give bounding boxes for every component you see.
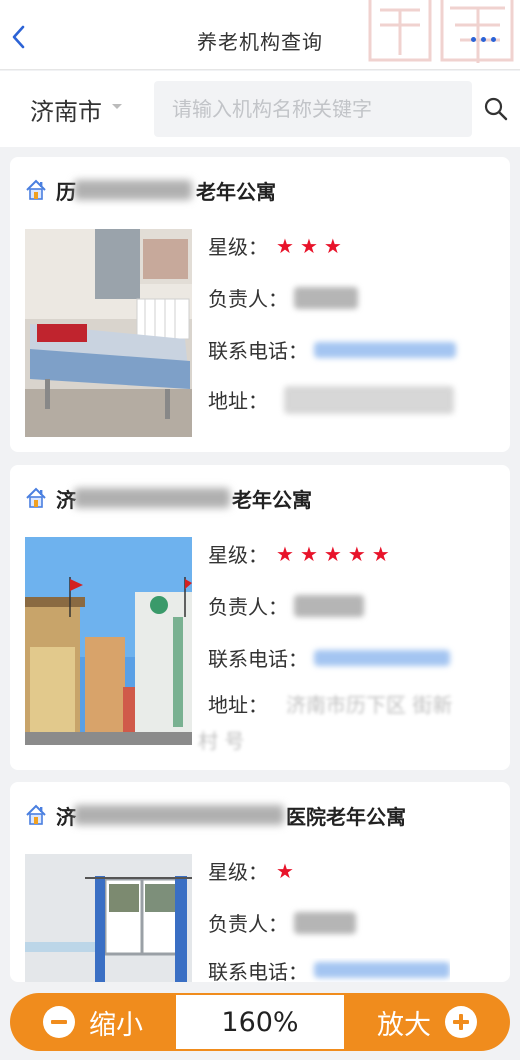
name-suffix: 医院老年公寓 (286, 804, 406, 829)
phone-row: 联系电话： (208, 958, 450, 982)
star-icon: ★ (371, 541, 390, 566)
phone-link[interactable] (314, 649, 450, 666)
star-icon: ★ (323, 233, 342, 258)
star-row: 星级： ★ (208, 856, 294, 885)
card-header: 济 医院老年公寓 (24, 800, 500, 830)
star-label: 星级： (208, 860, 268, 884)
phone-link[interactable] (314, 962, 450, 978)
star-rating: ★ ★ ★ (276, 236, 342, 256)
card-header: 历 老年公寓 (24, 175, 500, 205)
address-line: 村 号 (198, 729, 245, 753)
redaction-mask (74, 487, 230, 508)
zoom-in-button[interactable]: 放大 (344, 993, 510, 1051)
address-redacted (284, 385, 454, 414)
name-visible-part: 济 (56, 804, 76, 829)
zoom-bar: 缩小 160% 放大 (10, 993, 510, 1051)
caret-down-icon (112, 103, 122, 109)
manager-label: 负责人： (208, 595, 288, 619)
institution-card[interactable]: 历 老年公寓 星级： ★ ★ ★ 负责人： 联系电话： 地址： (10, 157, 510, 452)
institution-name: 历 老年公寓 (56, 176, 276, 205)
star-label: 星级： (208, 235, 268, 259)
manager-label: 负责人： (208, 287, 288, 311)
zoom-out-label: 缩小 (89, 1009, 143, 1041)
search-bar: 济南市 (0, 71, 520, 147)
address-row: 地址： 济南市历下区 街新 村 号 (198, 687, 498, 759)
plus-circle-icon (445, 1006, 477, 1038)
bedroom-photo (25, 229, 192, 437)
manager-row: 负责人： (208, 591, 364, 620)
institution-card[interactable]: 济 老年公寓 星级： ★ ★ ★ ★ ★ 负责人： 联系电话： 地址： 济南市历下… (10, 465, 510, 770)
institution-card[interactable]: 济 医院老年公寓 星级： ★ 负责人： 联系电话： (10, 782, 510, 982)
phone-label: 联系电话： (208, 647, 308, 671)
name-visible-part: 历 (56, 179, 76, 204)
star-icon: ★ (299, 541, 318, 566)
institution-photo (25, 537, 192, 745)
address-line: 济南市历下区 街新 (286, 693, 453, 717)
card-header: 济 老年公寓 (24, 483, 500, 513)
more-dot (490, 36, 496, 42)
star-label: 星级： (208, 543, 268, 567)
institution-photo (25, 229, 192, 437)
phone-label: 联系电话： (208, 339, 308, 363)
redaction-mask (74, 179, 192, 200)
search-icon[interactable] (482, 95, 510, 123)
zoom-in-label: 放大 (377, 1009, 431, 1041)
home-icon (26, 487, 46, 508)
star-icon: ★ (276, 233, 294, 258)
star-rating: ★ ★ ★ ★ ★ (276, 544, 390, 564)
manager-redacted (294, 594, 364, 617)
phone-row: 联系电话： (208, 335, 456, 364)
address-label: 地址： (208, 693, 268, 717)
star-rating: ★ (276, 861, 294, 881)
name-visible-part: 济 (56, 487, 76, 512)
manager-redacted (294, 286, 358, 309)
more-dots-icon (470, 36, 476, 42)
manager-row: 负责人： (208, 908, 356, 937)
name-suffix: 老年公寓 (196, 179, 276, 204)
manager-label: 负责人： (208, 912, 288, 936)
manager-redacted (294, 911, 356, 934)
star-icon: ★ (276, 541, 294, 566)
institution-name: 济 医院老年公寓 (56, 801, 406, 830)
room-photo (25, 854, 192, 982)
address-row: 地址： (208, 385, 454, 414)
more-button[interactable] (468, 34, 498, 44)
manager-row: 负责人： (208, 283, 358, 312)
phone-row: 联系电话： (208, 643, 450, 672)
search-input[interactable] (154, 81, 472, 137)
home-icon (26, 804, 46, 825)
building-photo (25, 537, 192, 745)
navigation-bar: 养老机构查询 (0, 0, 520, 70)
phone-label: 联系电话： (208, 959, 308, 983)
institution-name: 济 老年公寓 (56, 484, 312, 513)
address-label: 地址： (208, 389, 268, 413)
star-icon: ★ (276, 858, 294, 883)
zoom-level-display: 160% (176, 993, 344, 1051)
institution-photo (25, 854, 192, 982)
zoom-out-button[interactable]: 缩小 (10, 993, 176, 1051)
star-icon: ★ (299, 233, 318, 258)
star-row: 星级： ★ ★ ★ ★ ★ (208, 539, 390, 568)
star-icon: ★ (347, 541, 366, 566)
page-title: 养老机构查询 (197, 30, 323, 54)
name-suffix: 老年公寓 (232, 487, 312, 512)
star-icon: ★ (323, 541, 342, 566)
city-label: 济南市 (30, 97, 102, 126)
home-icon (26, 179, 46, 200)
more-dot (480, 36, 486, 42)
minus-circle-icon (43, 1006, 75, 1038)
star-row: 星级： ★ ★ ★ (208, 231, 342, 260)
phone-link[interactable] (314, 341, 456, 358)
city-select[interactable]: 济南市 (30, 91, 122, 127)
redaction-mask (74, 804, 284, 825)
address-value: 济南市历下区 街新 (286, 687, 498, 723)
